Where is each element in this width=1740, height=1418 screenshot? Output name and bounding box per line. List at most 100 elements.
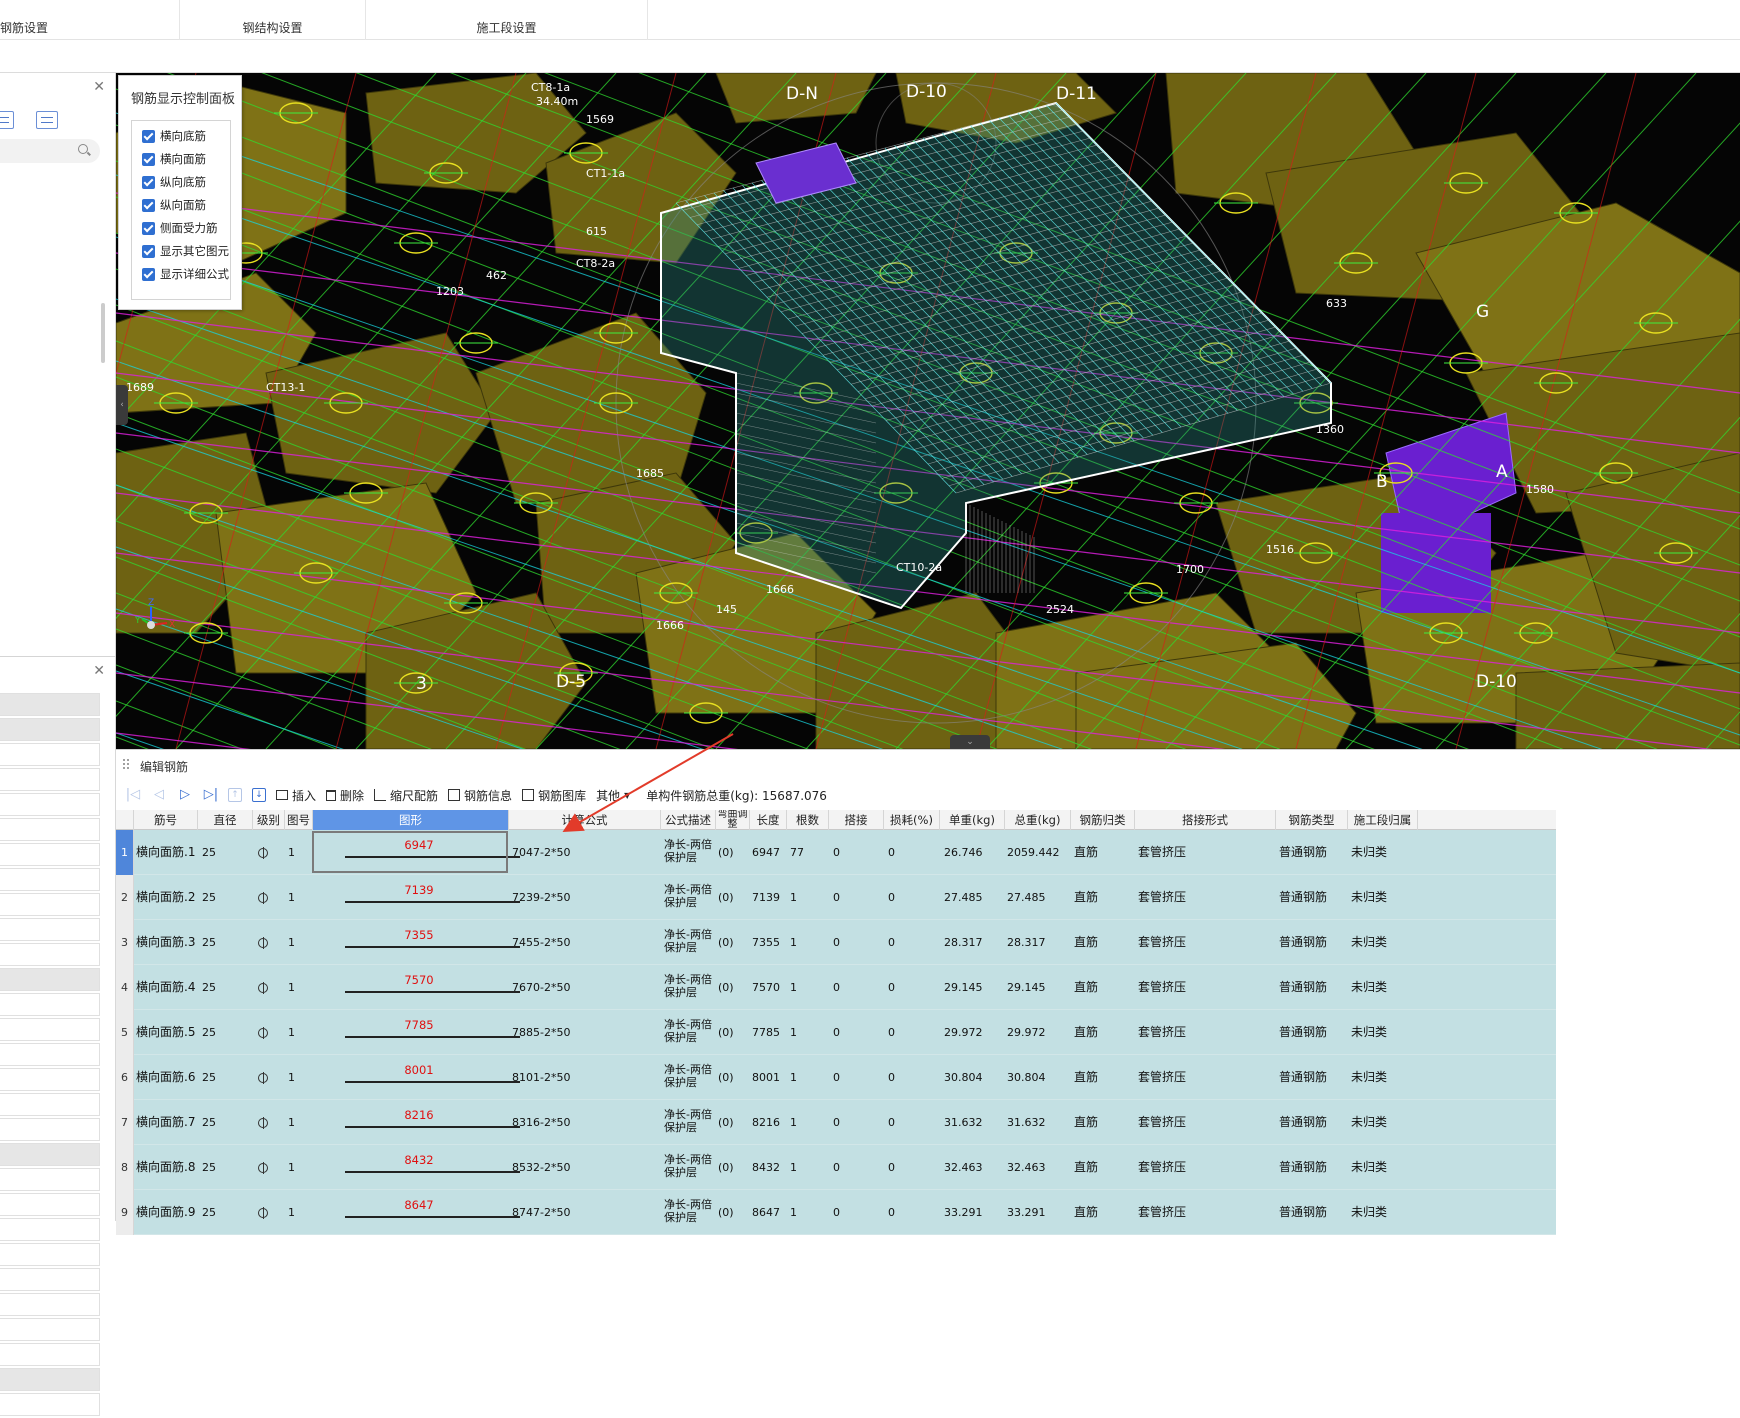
loss-cell[interactable]: 0 [888, 1190, 895, 1235]
rebar-class-cell[interactable]: 直筋 [1074, 1190, 1098, 1235]
unit-weight-cell[interactable]: 28.317 [944, 920, 983, 965]
column-header-len[interactable]: 长度 [750, 810, 787, 830]
delete-button[interactable]: 删除 [326, 787, 364, 804]
grade-cell[interactable] [258, 1190, 268, 1235]
property-row[interactable] [0, 1393, 100, 1416]
display-option-checkbox[interactable]: 纵向面筋 [142, 196, 206, 214]
property-row[interactable] [0, 718, 100, 741]
grade-cell[interactable] [258, 965, 268, 1010]
count-cell[interactable]: 77 [790, 830, 804, 875]
search-icon[interactable] [78, 144, 88, 154]
column-header-dia[interactable]: 直径(mm) [198, 810, 253, 830]
property-row[interactable] [0, 818, 100, 841]
previous-record-icon[interactable]: ◁ [150, 787, 168, 803]
lap-cell[interactable]: 0 [833, 920, 840, 965]
grade-cell[interactable] [258, 1055, 268, 1100]
expand-panel-handle[interactable]: ⌄ [950, 735, 990, 749]
column-header-shape[interactable]: 图形 [313, 810, 509, 830]
property-row[interactable] [0, 1243, 100, 1266]
property-row[interactable] [0, 1068, 100, 1091]
column-header-unit[interactable]: 单重(kg) [940, 810, 1005, 830]
rebar-name-cell[interactable]: 横向面筋.6 [136, 1055, 195, 1100]
rebar-3d-scene[interactable]: D-N D-10 D-11 3 D-5 D-10 A B G CT8-1a34.40m 1569 12… [116, 73, 1740, 749]
column-header-bend[interactable]: 弯曲调整 [716, 810, 750, 830]
figure-number-cell[interactable]: 1 [288, 1100, 295, 1145]
grade-cell[interactable] [258, 920, 268, 965]
table-row[interactable]: 3 横向面筋.3 25 1 7455-2*50 (0) 7355 1 0 0 28.317 28.31… [116, 920, 1556, 965]
first-record-icon[interactable]: |◁ [124, 787, 142, 803]
rebar-type-cell[interactable]: 普通钢筋 [1279, 1010, 1327, 1055]
diameter-cell[interactable]: 25 [202, 1190, 216, 1235]
formula-cell[interactable]: 8316-2*50 [512, 1100, 570, 1145]
formula-cell[interactable]: 7885-2*50 [512, 1010, 570, 1055]
property-row[interactable] [0, 1368, 100, 1391]
shape-cell[interactable]: 8216 [329, 1100, 520, 1145]
property-row[interactable] [0, 1218, 100, 1241]
row-number[interactable]: 9 [116, 1190, 134, 1235]
figure-number-cell[interactable]: 1 [288, 1145, 295, 1190]
tab-construction-stage-settings[interactable]: 施工段设置 [366, 0, 648, 40]
property-row[interactable] [0, 793, 100, 816]
formula-description-cell[interactable]: 净长-两倍 保护层 [664, 875, 712, 920]
formula-description-cell[interactable]: 净长-两倍 保护层 [664, 1055, 712, 1100]
unit-weight-cell[interactable]: 30.804 [944, 1055, 983, 1100]
lap-cell[interactable]: 0 [833, 965, 840, 1010]
stage-cell[interactable]: 未归类 [1351, 920, 1387, 965]
table-row[interactable]: 8 横向面筋.8 25 1 8532-2*50 (0) 8432 1 0 0 32.463 32.46… [116, 1145, 1556, 1190]
loss-cell[interactable]: 0 [888, 875, 895, 920]
unit-weight-cell[interactable]: 29.972 [944, 1010, 983, 1055]
rebar-class-cell[interactable]: 直筋 [1074, 875, 1098, 920]
checkbox-icon[interactable] [142, 175, 155, 189]
total-weight-cell[interactable]: 27.485 [1007, 875, 1046, 920]
property-row[interactable] [0, 868, 100, 891]
diameter-cell[interactable]: 25 [202, 830, 216, 875]
column-header-desc[interactable]: 公式描述 [661, 810, 716, 830]
total-weight-cell[interactable]: 2059.442 [1007, 830, 1060, 875]
lap-cell[interactable]: 0 [833, 1100, 840, 1145]
count-cell[interactable]: 1 [790, 920, 797, 965]
shape-cell[interactable]: 7139 [329, 875, 520, 920]
unit-weight-cell[interactable]: 33.291 [944, 1190, 983, 1235]
scrollbar[interactable] [101, 303, 105, 363]
list-view-icon[interactable] [0, 111, 14, 129]
bend-adjust-cell[interactable]: (0) [718, 965, 734, 1010]
column-header-fig[interactable]: 图号 [285, 810, 313, 830]
stage-cell[interactable]: 未归类 [1351, 875, 1387, 920]
length-cell[interactable]: 6947 [752, 830, 780, 875]
diameter-cell[interactable]: 25 [202, 875, 216, 920]
loss-cell[interactable]: 0 [888, 1055, 895, 1100]
shape-cell[interactable]: 7570 [329, 965, 520, 1010]
checkbox-icon[interactable] [142, 267, 155, 281]
rebar-type-cell[interactable]: 普通钢筋 [1279, 875, 1327, 920]
bend-adjust-cell[interactable]: (0) [718, 830, 734, 875]
column-header-stage[interactable]: 施工段归属 [1348, 810, 1418, 830]
figure-number-cell[interactable]: 1 [288, 920, 295, 965]
property-row[interactable] [0, 1193, 100, 1216]
rebar-type-cell[interactable]: 普通钢筋 [1279, 830, 1327, 875]
insert-button[interactable]: 插入 [276, 787, 316, 804]
property-row[interactable] [0, 893, 100, 916]
grade-cell[interactable] [258, 1100, 268, 1145]
total-weight-cell[interactable]: 31.632 [1007, 1100, 1046, 1145]
stage-cell[interactable]: 未归类 [1351, 830, 1387, 875]
close-icon[interactable]: ✕ [93, 79, 105, 95]
property-row[interactable] [0, 1318, 100, 1341]
lap-form-cell[interactable]: 套管挤压 [1138, 1055, 1186, 1100]
unit-weight-cell[interactable]: 29.145 [944, 965, 983, 1010]
formula-description-cell[interactable]: 净长-两倍 保护层 [664, 1100, 712, 1145]
table-row[interactable]: 5 横向面筋.5 25 1 7885-2*50 (0) 7785 1 0 0 29.972 29.97… [116, 1010, 1556, 1055]
rebar-type-cell[interactable]: 普通钢筋 [1279, 1055, 1327, 1100]
display-option-checkbox[interactable]: 纵向底筋 [142, 173, 206, 191]
loss-cell[interactable]: 0 [888, 965, 895, 1010]
property-row[interactable] [0, 1168, 100, 1191]
diameter-cell[interactable]: 25 [202, 920, 216, 965]
table-row[interactable]: 1 横向面筋.1 25 1 7047-2*50 (0) 6947 77 0 0 26.746 2059… [116, 830, 1556, 875]
last-record-icon[interactable]: ▷| [202, 787, 220, 803]
collapse-panel-handle[interactable]: ‹ [116, 385, 128, 425]
shape-cell[interactable]: 7785 [329, 1010, 520, 1055]
property-row[interactable] [0, 693, 100, 716]
close-icon[interactable]: ✕ [93, 663, 105, 679]
diameter-cell[interactable]: 25 [202, 1100, 216, 1145]
cad-3d-viewport[interactable]: D-N D-10 D-11 3 D-5 D-10 A B G CT8-1a 34.40m 1569 12… [116, 73, 1740, 749]
property-row[interactable] [0, 1043, 100, 1066]
